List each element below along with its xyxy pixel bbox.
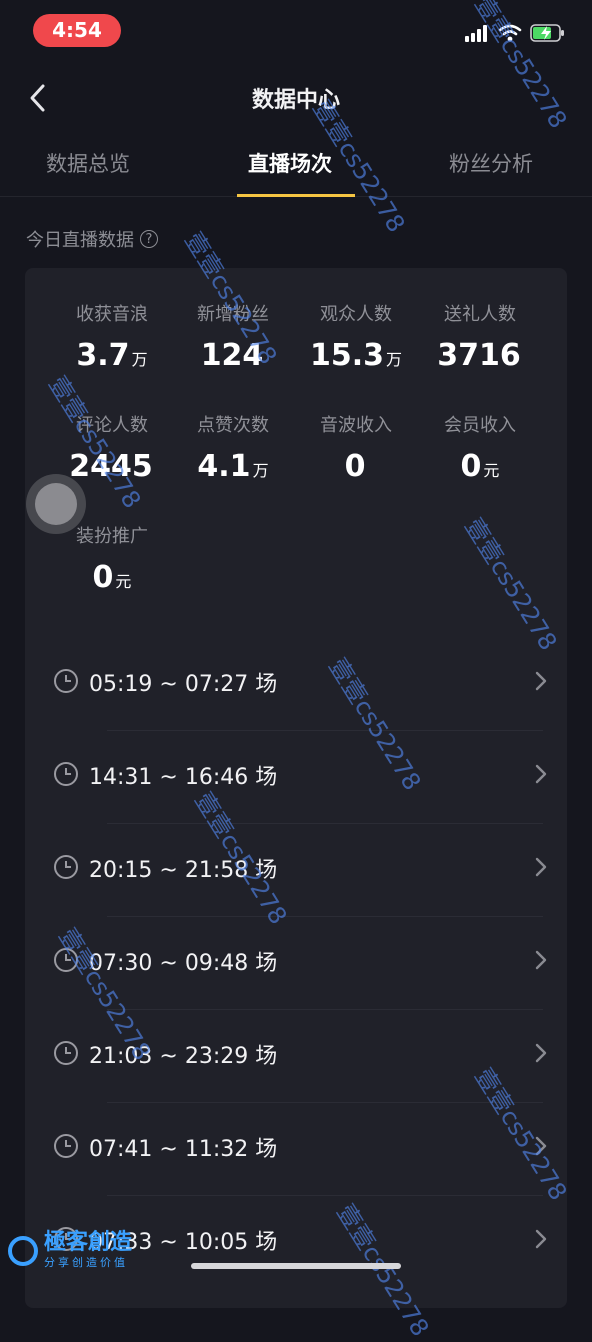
clock-icon xyxy=(54,762,78,786)
session-row[interactable]: 20:15 ~ 21:58 场 xyxy=(53,824,547,917)
session-time-range: 07:41 ~ 11:32 场 xyxy=(89,1137,278,1162)
metric-label: 收获音浪 xyxy=(76,304,148,325)
session-time-range: 05:19 ~ 07:27 场 xyxy=(89,672,278,697)
brand-name: 極客創造 xyxy=(44,1230,133,1255)
tab-overview[interactable]: 数据总览 xyxy=(46,148,130,178)
session-row[interactable]: 07:41 ~ 11:32 场 xyxy=(53,1103,547,1196)
chevron-right-icon xyxy=(535,671,547,691)
clock-icon xyxy=(54,1134,78,1158)
metric-value: 4.1 万 xyxy=(197,449,269,484)
metric-tile: 收获音浪 3.7 万 xyxy=(42,300,182,373)
section-title: 今日直播数据 xyxy=(26,230,134,251)
tab-live-sessions[interactable]: 直播场次 xyxy=(248,148,332,178)
metric-value: 0元 xyxy=(92,560,132,595)
chevron-right-icon xyxy=(535,1043,547,1063)
metric-tile: 观众人数 15.3 万 xyxy=(286,300,426,373)
tab-fan-analysis[interactable]: 粉丝分析 xyxy=(449,148,533,178)
metric-value: 3716 xyxy=(437,338,521,373)
battery-charging-icon xyxy=(530,24,564,42)
session-time-range: 07:30 ~ 09:48 场 xyxy=(89,951,278,976)
page-title: 数据中心 xyxy=(251,88,340,113)
clock-icon xyxy=(54,1041,78,1065)
clock-icon xyxy=(54,855,78,879)
metric-label: 观众人数 xyxy=(320,304,392,325)
chevron-right-icon xyxy=(535,764,547,784)
tab-bar: 数据总览 直播场次 粉丝分析 xyxy=(0,140,592,197)
metric-label: 会员收入 xyxy=(444,415,516,436)
clock-icon xyxy=(54,669,78,693)
metric-value: 0元 xyxy=(460,449,500,484)
metric-tile: 会员收入 0元 xyxy=(410,411,550,484)
home-indicator[interactable] xyxy=(191,1263,401,1269)
brand-logo: 極客創造 分享创造价值 xyxy=(8,1232,132,1270)
session-row[interactable]: 05:19 ~ 07:27 场 xyxy=(53,638,547,731)
help-icon[interactable]: ? xyxy=(140,230,158,248)
session-time-range: 14:31 ~ 16:46 场 xyxy=(89,765,278,790)
metric-value: 0 xyxy=(344,449,366,484)
section-heading: 今日直播数据 ? xyxy=(26,226,158,252)
metric-tile: 音波收入 0 xyxy=(286,411,426,484)
metric-label: 音波收入 xyxy=(320,415,392,436)
metric-tile: 点赞次数 4.1 万 xyxy=(163,411,303,484)
assistive-touch-button[interactable] xyxy=(26,474,86,534)
metric-value: 15.3 万 xyxy=(309,338,403,373)
session-row[interactable]: 14:31 ~ 16:46 场 xyxy=(53,731,547,824)
chevron-right-icon xyxy=(535,1229,547,1249)
metric-tile: 送礼人数 3716 xyxy=(410,300,550,373)
metric-label: 点赞次数 xyxy=(197,415,269,436)
chevron-right-icon xyxy=(535,857,547,877)
chevron-right-icon xyxy=(535,950,547,970)
metric-value: 3.7 万 xyxy=(76,338,148,373)
status-time: 4:54 xyxy=(33,14,121,47)
active-tab-indicator xyxy=(237,194,355,197)
brand-slogan: 分享创造价值 xyxy=(44,1256,128,1269)
metric-label: 送礼人数 xyxy=(444,304,516,325)
brand-mark-icon xyxy=(8,1236,38,1266)
